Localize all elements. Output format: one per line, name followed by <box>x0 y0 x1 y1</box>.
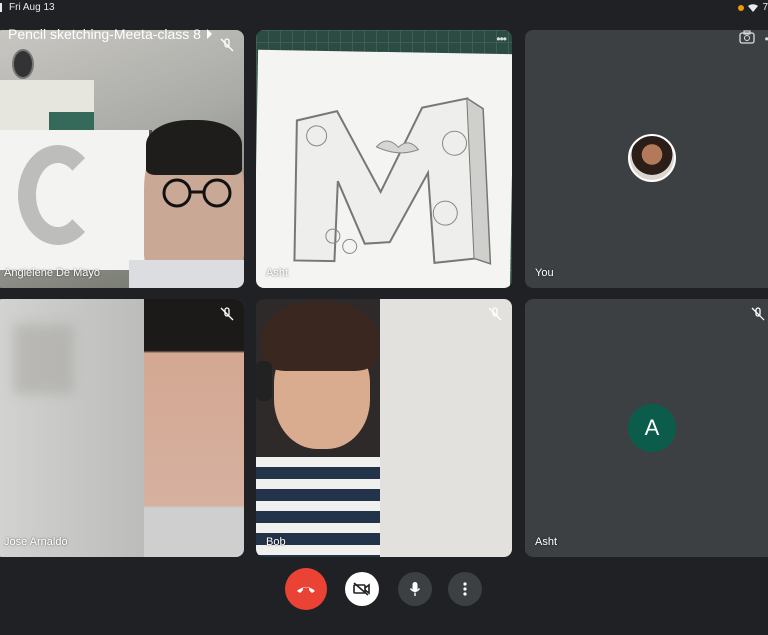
background-blur <box>14 324 74 394</box>
camera-off-icon <box>353 582 370 596</box>
drawing-paper <box>380 299 512 557</box>
status-time: Fri Aug 13 <box>9 2 55 13</box>
wifi-icon <box>748 3 759 12</box>
participant-name: Bob <box>266 536 286 548</box>
mic-off-icon <box>751 307 765 321</box>
participant-tile[interactable]: ••• Asht <box>256 30 512 288</box>
status-bar: Fri Aug 13 7 <box>0 0 768 16</box>
mic-icon <box>409 582 421 596</box>
avatar: A <box>628 404 676 452</box>
sketch-letter-c <box>18 145 98 245</box>
more-vert-icon <box>463 582 467 596</box>
drawing-paper <box>256 49 512 288</box>
participant-hair <box>146 120 242 175</box>
privacy-dot-icon <box>738 4 745 11</box>
status-indicator <box>0 3 2 12</box>
meeting-title-button[interactable]: Pencil sketching-Meeta-class 8 <box>8 26 212 42</box>
participant-name: Jose Arnaldo <box>4 536 68 548</box>
participant-tile[interactable]: Jose Arnaldo <box>0 299 244 557</box>
participant-hair <box>262 301 378 371</box>
participant-tile[interactable]: A Asht <box>525 299 768 557</box>
avatar <box>628 134 676 182</box>
camera-toggle-button[interactable] <box>345 572 379 606</box>
call-controls <box>0 568 768 610</box>
wall-clock <box>12 49 34 79</box>
status-icons: 7 <box>738 2 768 13</box>
letter-m-drawing <box>293 97 492 265</box>
battery-percent: 7 <box>762 2 768 13</box>
participant-name: Asht <box>535 536 558 548</box>
switch-camera-icon[interactable] <box>739 30 755 44</box>
end-call-button[interactable] <box>285 568 327 610</box>
meeting-title: Pencil sketching-Meeta-class 8 <box>8 26 201 42</box>
participant-tile[interactable]: Angielene De Mayo <box>0 30 244 288</box>
chevron-right-icon <box>206 29 212 39</box>
participant-face <box>144 299 244 557</box>
mic-off-icon <box>488 307 502 321</box>
glasses <box>162 178 232 208</box>
participant-name: Asht <box>266 267 289 279</box>
mic-off-icon <box>220 38 234 52</box>
mic-off-icon <box>220 307 234 321</box>
participant-shirt <box>129 260 244 288</box>
headphone <box>256 361 272 401</box>
self-tile[interactable]: •• You <box>525 30 768 288</box>
more-horiz-icon[interactable]: ••• <box>496 32 507 46</box>
more-options-button[interactable] <box>448 572 482 606</box>
end-call-icon <box>297 587 315 593</box>
mic-toggle-button[interactable] <box>398 572 432 606</box>
participant-name: You <box>535 267 554 279</box>
more-horiz-icon[interactable]: •• <box>765 32 768 46</box>
participant-tile[interactable]: Bob <box>256 299 512 557</box>
participant-name: Angielene De Mayo <box>4 267 101 279</box>
